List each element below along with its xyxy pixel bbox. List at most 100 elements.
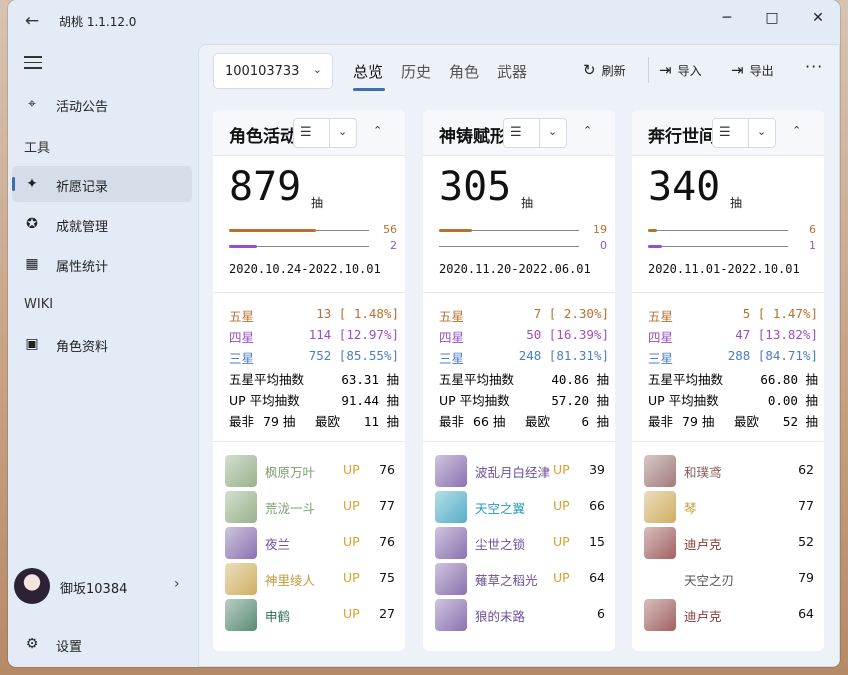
avg-up-row: UP 平均抽数 91.44 抽 xyxy=(229,390,399,408)
sidebar-item-announcements[interactable]: ⌖ 活动公告 xyxy=(12,86,192,122)
up-badge: UP xyxy=(553,570,570,585)
list-item[interactable]: 荒泷一斗 UP 77 xyxy=(223,489,403,525)
worst-best-row: 最非 79 抽 最欧 52 抽 xyxy=(648,411,818,429)
item-count: 77 xyxy=(379,498,395,513)
sidebar-item-wish-records[interactable]: ✦ 祈愿记录 xyxy=(12,166,192,202)
chevron-up-icon[interactable]: ⌃ xyxy=(792,124,801,137)
list-item[interactable]: 天空之刃 79 xyxy=(642,561,822,597)
list-icon: ☰ xyxy=(719,125,731,140)
list-item[interactable]: 申鹤 UP 27 xyxy=(223,597,403,633)
minimize-button[interactable]: ─ xyxy=(704,4,750,32)
card-view-select[interactable]: ☰ ⌄ xyxy=(293,118,357,148)
sidebar-item-characters[interactable]: ▣ 角色资料 xyxy=(12,326,192,362)
stat-value: 63.31 抽 xyxy=(341,372,399,387)
list-item[interactable]: 波乱月白经津 UP 39 xyxy=(433,453,613,489)
stat-value: 0.00 抽 xyxy=(767,393,818,408)
chevron-up-icon[interactable]: ⌃ xyxy=(583,124,592,137)
refresh-button[interactable]: ↻ 刷新 xyxy=(583,61,626,79)
list-item[interactable]: 天空之翼 UP 66 xyxy=(433,489,613,525)
up-badge: UP xyxy=(343,498,360,513)
total-unit: 抽 xyxy=(521,196,534,210)
item-count: 64 xyxy=(589,570,605,585)
import-button[interactable]: ⇥ 导入 xyxy=(659,61,702,79)
five-star-pity: 6 xyxy=(809,223,816,236)
list-item[interactable]: 夜兰 UP 76 xyxy=(223,525,403,561)
item-count: 62 xyxy=(798,462,814,477)
sidebar-item-stats[interactable]: ▦ 属性统计 xyxy=(12,246,192,282)
item-name: 狼的末路 xyxy=(475,609,526,624)
tab-history[interactable]: 历史 xyxy=(401,61,431,82)
list-icon: ☰ xyxy=(300,125,312,140)
list-item[interactable]: 和璞鸢 62 xyxy=(642,453,822,489)
item-icon xyxy=(644,563,676,595)
item-name: 天空之刃 xyxy=(684,573,735,588)
sidebar-item-settings[interactable]: ⚙ 设置 xyxy=(12,626,192,662)
star-label: 五星 xyxy=(648,309,674,324)
tab-characters[interactable]: 角色 xyxy=(449,61,479,82)
uid-select[interactable]: 100103733 ⌄ xyxy=(213,53,333,89)
four-star-pity-bar xyxy=(229,245,369,248)
list-item[interactable]: 琴 77 xyxy=(642,489,822,525)
sidebar-item-label: 祈愿记录 xyxy=(56,180,109,195)
card-view-select[interactable]: ☰ ⌄ xyxy=(712,118,776,148)
total-pulls: 340 xyxy=(648,164,721,210)
import-icon: ⇥ xyxy=(659,61,672,79)
tab-weapons[interactable]: 武器 xyxy=(497,61,527,82)
worst-best-row: 最非 79 抽 最欧 11 抽 xyxy=(229,411,399,429)
up-badge: UP xyxy=(343,570,360,585)
item-icon xyxy=(225,563,257,595)
avg-five-row: 五星平均抽数 66.80 抽 xyxy=(648,369,818,387)
item-icon xyxy=(225,455,257,487)
list-item[interactable]: 迪卢克 64 xyxy=(642,597,822,633)
list-item[interactable]: 薙草之稻光 UP 64 xyxy=(433,561,613,597)
avg-five-row: 五星平均抽数 63.31 抽 xyxy=(229,369,399,387)
tab-overview[interactable]: 总览 xyxy=(353,61,383,82)
compass-icon: ⌖ xyxy=(28,96,36,112)
export-button[interactable]: ⇥ 导出 xyxy=(731,61,774,79)
card-header: 角色活动 ☰ ⌄ ⌃ xyxy=(213,110,405,156)
stat-label: 最欧 xyxy=(525,414,551,429)
star-stat-row: 五星 13 [ 1.48%] xyxy=(229,306,399,324)
back-button[interactable]: ← xyxy=(22,11,42,31)
sidebar-item-achievements[interactable]: ✪ 成就管理 xyxy=(12,206,192,242)
avg-up-row: UP 平均抽数 0.00 抽 xyxy=(648,390,818,408)
list-item[interactable]: 迪卢克 52 xyxy=(642,525,822,561)
divider xyxy=(632,292,824,293)
up-badge: UP xyxy=(553,462,570,477)
item-count: 27 xyxy=(379,606,395,621)
menu-icon[interactable] xyxy=(24,56,42,70)
chevron-up-icon[interactable]: ⌃ xyxy=(373,124,382,137)
card-view-select[interactable]: ☰ ⌄ xyxy=(503,118,567,148)
star-count: 114 [12.97%] xyxy=(308,327,399,342)
stat-value: 79 抽 xyxy=(682,414,715,429)
user-profile[interactable]: 御坂10384 › xyxy=(12,564,192,608)
list-item[interactable]: 尘世之锁 UP 15 xyxy=(433,525,613,561)
stat-label: 五星平均抽数 xyxy=(439,372,515,387)
sidebar-group-tools: 工具 xyxy=(24,141,51,156)
list-item[interactable]: 神里绫人 UP 75 xyxy=(223,561,403,597)
stat-label: UP 平均抽数 xyxy=(439,393,510,408)
list-item[interactable]: 狼的末路 6 xyxy=(433,597,613,633)
list-item[interactable]: 枫原万叶 UP 76 xyxy=(223,453,403,489)
sidebar-group-wiki: WIKI xyxy=(24,297,54,312)
toolbar-separator xyxy=(648,57,649,83)
close-button[interactable]: ✕ xyxy=(795,4,840,32)
item-count: 76 xyxy=(379,462,395,477)
five-star-pity: 19 xyxy=(593,223,607,236)
item-name: 和璞鸢 xyxy=(684,465,722,480)
up-badge: UP xyxy=(553,534,570,549)
item-name: 申鹤 xyxy=(265,609,291,624)
item-count: 15 xyxy=(589,534,605,549)
four-star-pity: 2 xyxy=(390,239,397,252)
star-label: 五星 xyxy=(229,309,255,324)
item-icon xyxy=(644,491,676,523)
item-icon xyxy=(225,599,257,631)
star-stat-row: 四星 114 [12.97%] xyxy=(229,327,399,345)
star-label: 三星 xyxy=(439,351,465,366)
item-icon xyxy=(435,527,467,559)
total-unit: 抽 xyxy=(730,196,743,210)
maximize-button[interactable]: □ xyxy=(749,4,795,32)
star-count: 248 [81.31%] xyxy=(518,348,609,363)
stat-label: UP 平均抽数 xyxy=(648,393,719,408)
more-button[interactable]: ··· xyxy=(805,57,823,76)
